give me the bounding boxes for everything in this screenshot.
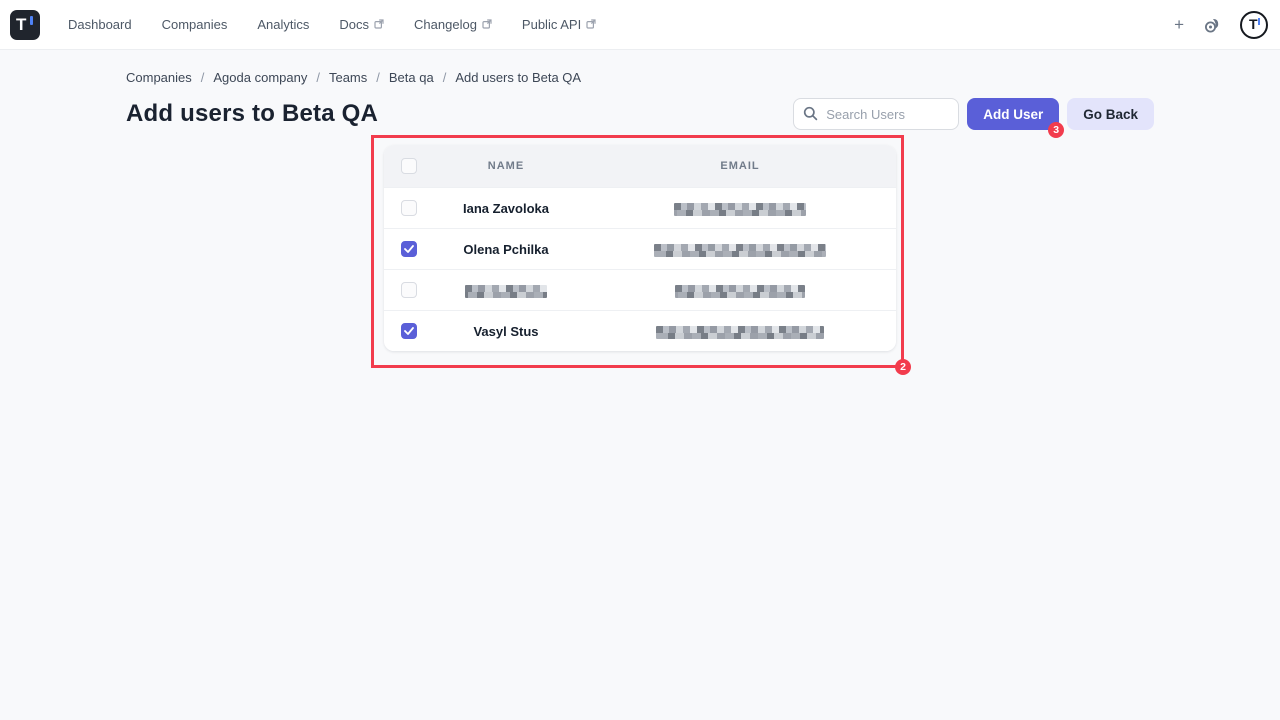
external-link-icon xyxy=(482,17,492,32)
column-header-name: NAME xyxy=(428,160,584,172)
user-name-cell: Olena Pchilka xyxy=(428,242,584,257)
breadcrumb-item[interactable]: Agoda company xyxy=(213,70,307,85)
logo-letter: T xyxy=(16,15,26,34)
external-link-icon xyxy=(374,17,384,32)
main-nav: Dashboard Companies Analytics Docs Changelog… xyxy=(68,17,596,32)
user-email-cell xyxy=(584,323,896,338)
redacted-email xyxy=(675,285,805,298)
avatar-accent xyxy=(1258,18,1260,25)
logo-accent xyxy=(30,16,33,25)
breadcrumb-separator: / xyxy=(443,70,447,85)
user-email-cell xyxy=(584,282,896,297)
nav-item-label: Docs xyxy=(339,17,369,32)
table-zone: 2 NAME EMAIL Iana ZavolokaOlena PchilkaV… xyxy=(126,145,1154,351)
nav-item-label: Dashboard xyxy=(68,17,132,32)
breadcrumb-separator: / xyxy=(376,70,380,85)
redacted-email xyxy=(674,203,806,216)
redacted-email xyxy=(654,244,826,257)
card-wrap: 2 NAME EMAIL Iana ZavolokaOlena PchilkaV… xyxy=(384,145,896,351)
breadcrumb: Companies / Agoda company / Teams / Beta qa / Ad… xyxy=(126,70,1154,85)
nav-item-changelog[interactable]: Changelog xyxy=(414,17,492,32)
annotation-badge-2: 2 xyxy=(895,359,911,375)
redacted-email xyxy=(656,326,824,339)
nav-item-public-api[interactable]: Public API xyxy=(522,17,596,32)
row-checkbox-cell xyxy=(384,282,428,298)
breadcrumb-separator: / xyxy=(316,70,320,85)
app-logo[interactable]: T xyxy=(10,10,40,40)
table-row: Olena Pchilka xyxy=(384,228,896,269)
redacted-name xyxy=(465,285,547,298)
breadcrumb-item[interactable]: Companies xyxy=(126,70,192,85)
search-wrap xyxy=(793,98,959,130)
user-email-cell xyxy=(584,200,896,215)
row-checkbox-unchecked[interactable] xyxy=(401,200,417,216)
breadcrumb-item[interactable]: Teams xyxy=(329,70,367,85)
breadcrumb-item[interactable]: Add users to Beta QA xyxy=(455,70,581,85)
go-back-button[interactable]: Go Back xyxy=(1067,98,1154,130)
breadcrumb-separator: / xyxy=(201,70,205,85)
column-header-email: EMAIL xyxy=(584,160,896,172)
user-name-cell: Iana Zavoloka xyxy=(428,201,584,216)
row-checkbox-cell xyxy=(384,200,428,216)
topbar-right: + T xyxy=(1174,11,1268,39)
avatar-letter: T xyxy=(1249,16,1258,32)
plus-icon[interactable]: + xyxy=(1174,16,1184,33)
annotation-badge-3: 3 xyxy=(1048,122,1064,138)
external-link-icon xyxy=(586,17,596,32)
table-body: Iana Zavoloka Olena Pchilka Vasyl Stus xyxy=(384,187,896,351)
add-user-button[interactable]: Add User 3 xyxy=(967,98,1059,130)
table-header-row: NAME EMAIL xyxy=(384,145,896,187)
table-row: Iana Zavoloka xyxy=(384,187,896,228)
table-row: Vasyl Stus xyxy=(384,310,896,351)
support-icon[interactable] xyxy=(1202,15,1222,35)
toolbar: Add User 3 Go Back xyxy=(793,98,1154,130)
table-row xyxy=(384,269,896,310)
go-back-label: Go Back xyxy=(1083,107,1138,122)
user-name-cell: Vasyl Stus xyxy=(428,324,584,339)
search-icon xyxy=(803,106,818,121)
row-checkbox-cell xyxy=(384,323,428,339)
row-checkbox-cell xyxy=(384,241,428,257)
nav-item-companies[interactable]: Companies xyxy=(162,17,228,32)
select-all-checkbox[interactable] xyxy=(401,158,417,174)
user-avatar[interactable]: T xyxy=(1240,11,1268,39)
title-row: Add users to Beta QA Add User 3 Go Back xyxy=(126,98,1154,130)
page-title: Add users to Beta QA xyxy=(126,100,378,128)
user-name-cell xyxy=(428,282,584,297)
top-navigation-bar: T Dashboard Companies Analytics Docs Changel… xyxy=(0,0,1280,50)
nav-item-label: Public API xyxy=(522,17,581,32)
nav-item-docs[interactable]: Docs xyxy=(339,17,384,32)
nav-item-label: Analytics xyxy=(257,17,309,32)
nav-item-label: Companies xyxy=(162,17,228,32)
row-checkbox-checked[interactable] xyxy=(401,241,417,257)
nav-item-analytics[interactable]: Analytics xyxy=(257,17,309,32)
header-checkbox-cell xyxy=(384,158,428,174)
breadcrumb-item[interactable]: Beta qa xyxy=(389,70,434,85)
user-email-cell xyxy=(584,241,896,256)
nav-item-dashboard[interactable]: Dashboard xyxy=(68,17,132,32)
row-checkbox-unchecked[interactable] xyxy=(401,282,417,298)
row-checkbox-checked[interactable] xyxy=(401,323,417,339)
page-content: Companies / Agoda company / Teams / Beta qa / Ad… xyxy=(126,70,1154,351)
nav-item-label: Changelog xyxy=(414,17,477,32)
users-table: NAME EMAIL Iana Zavoloka Olena Pchilka Vas… xyxy=(384,145,896,351)
add-user-label: Add User xyxy=(983,107,1043,122)
